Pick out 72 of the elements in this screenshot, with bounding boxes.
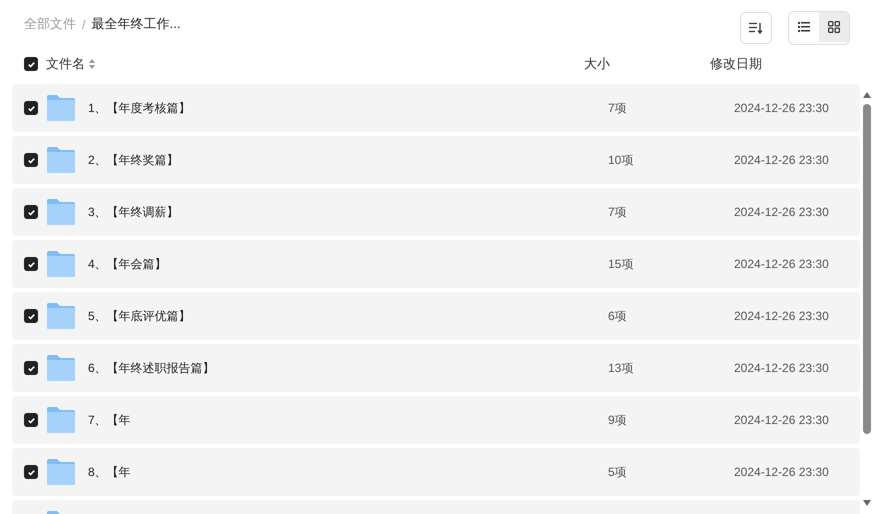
file-size: 10项 [608, 152, 634, 168]
file-name[interactable]: 1、【年度考核篇】 [88, 100, 191, 116]
file-row[interactable]: 7、【年 9项 2024-12-26 23:30 [12, 396, 860, 444]
file-name[interactable]: 6、【年终述职报告篇】 [88, 360, 215, 376]
check-icon [26, 60, 36, 68]
check-icon [26, 260, 36, 268]
modified-date: 2024-12-26 23:30 [734, 205, 830, 219]
checkbox[interactable] [24, 257, 38, 271]
checkbox[interactable] [24, 361, 38, 375]
folder-icon [46, 458, 76, 486]
grid-icon [828, 21, 840, 33]
scrollbar-thumb[interactable] [863, 104, 871, 434]
check-icon [26, 312, 36, 320]
check-icon [26, 208, 36, 216]
column-header: 大小 [584, 55, 611, 73]
grid-view-button[interactable] [819, 12, 849, 42]
file-size: 7项 [608, 100, 628, 116]
file-row[interactable]: 1、【年度考核篇】 7项 2024-12-26 23:30 [12, 84, 860, 132]
checkbox[interactable] [24, 205, 38, 219]
file-name[interactable]: 7、【年 [88, 412, 131, 428]
modified-date: 2024-12-26 23:30 [734, 257, 830, 271]
checkbox[interactable] [24, 309, 38, 323]
file-size: 9项 [608, 412, 628, 428]
check-icon [26, 364, 36, 372]
modified-date: 2024-12-26 23:30 [734, 101, 830, 115]
folder-icon [46, 250, 76, 278]
list-icon [798, 22, 810, 32]
checkbox[interactable] [24, 101, 38, 115]
file-size: 15项 [608, 256, 634, 272]
file-size: 6项 [608, 308, 628, 324]
checkbox[interactable] [24, 465, 38, 479]
breadcrumb-current: 最全年终工作... [92, 15, 180, 33]
folder-icon [46, 406, 76, 434]
folder-icon [46, 94, 76, 122]
modified-date: 2024-12-26 23:30 [734, 361, 830, 375]
checkbox[interactable] [24, 153, 38, 167]
check-icon [26, 156, 36, 164]
folder-icon [46, 302, 76, 330]
check-icon [26, 104, 36, 112]
file-row[interactable]: 6、【年终述职报告篇】 13项 2024-12-26 23:30 [12, 344, 860, 392]
folder-icon [46, 354, 76, 382]
file-name[interactable]: 8、【年 [88, 464, 131, 480]
sort-button[interactable] [740, 12, 772, 44]
sort-icon[interactable] [89, 59, 95, 69]
file-size: 7项 [608, 204, 628, 220]
sort-icon [749, 22, 763, 34]
modified-date: 2024-12-26 23:30 [734, 153, 830, 167]
file-name[interactable]: 2、【年终奖篇】 [88, 152, 179, 168]
modified-date: 2024-12-26 23:30 [734, 465, 830, 479]
scroll-up-icon[interactable] [863, 92, 871, 98]
scroll-down-icon[interactable] [863, 500, 871, 506]
file-size: 5项 [608, 464, 628, 480]
check-icon [26, 416, 36, 424]
checkbox[interactable] [24, 57, 38, 71]
check-icon [26, 468, 36, 476]
breadcrumb-separator: / [82, 16, 86, 32]
column-header: 修改日期 [710, 55, 763, 73]
file-name[interactable]: 4、【年会篇】 [88, 256, 167, 272]
modified-date: 2024-12-26 23:30 [734, 413, 830, 427]
file-row[interactable]: 3、【年终调薪】 7项 2024-12-26 23:30 [12, 188, 860, 236]
file-row[interactable]: 4、【年会篇】 15项 2024-12-26 23:30 [12, 240, 860, 288]
file-row[interactable]: 8、【年 5项 2024-12-26 23:30 [12, 448, 860, 496]
folder-icon [46, 198, 76, 226]
folder-icon [46, 146, 76, 174]
modified-date: 2024-12-26 23:30 [734, 309, 830, 323]
file-name[interactable]: 5、【年底评优篇】 [88, 308, 191, 324]
file-row[interactable]: 2、【年终奖篇】 10项 2024-12-26 23:30 [12, 136, 860, 184]
checkbox[interactable] [24, 413, 38, 427]
file-size: 13项 [608, 360, 634, 376]
file-name[interactable]: 3、【年终调薪】 [88, 204, 179, 220]
file-row[interactable]: 5、【年底评优篇】 6项 2024-12-26 23:30 [12, 292, 860, 340]
column-header[interactable]: 文件名 [46, 55, 85, 73]
